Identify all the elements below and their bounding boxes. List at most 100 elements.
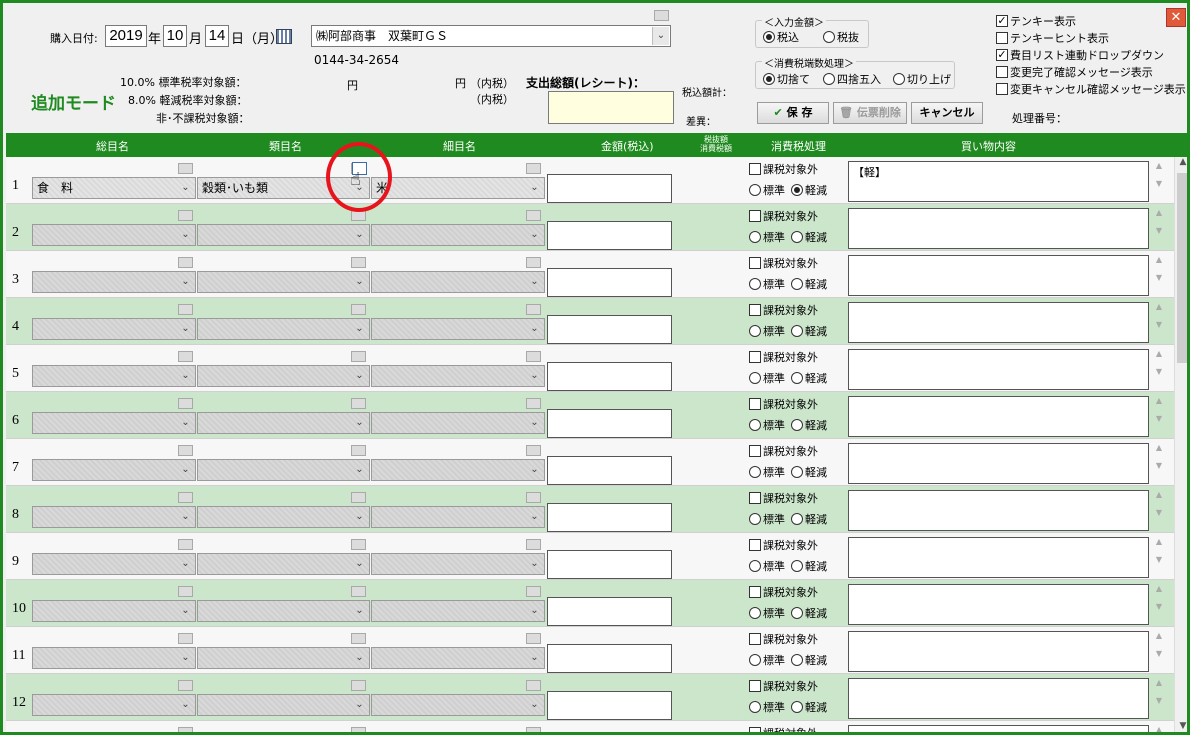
detail-select[interactable]: ⌄ [371,365,545,387]
option-round-down[interactable]: 切捨て [763,71,810,87]
chevron-down-icon[interactable]: ⌄ [351,649,368,667]
amount-input[interactable] [547,456,672,485]
radio-icon[interactable] [749,184,761,196]
detail-select[interactable]: ⌄ [371,694,545,716]
tax-exempt-checkbox[interactable]: 課税対象外 [749,490,818,506]
radio-icon[interactable] [791,372,803,384]
checkbox-icon[interactable] [749,586,761,598]
amount-input[interactable] [547,268,672,297]
option-tax-included[interactable]: 税込 [763,29,799,45]
category-popup-button[interactable] [351,257,366,268]
chevron-down-icon[interactable]: ⌄ [177,226,194,244]
tax-exempt-checkbox[interactable]: 課税対象外 [749,161,818,177]
radio-icon[interactable] [749,419,761,431]
checkbox-icon[interactable] [749,398,761,410]
tax-exempt-checkbox[interactable]: 課税対象外 [749,631,818,647]
detail-popup-button[interactable] [526,539,541,550]
detail-select[interactable]: ⌄ [371,600,545,622]
option-round-half[interactable]: 四捨五入 [823,71,881,87]
detail-popup-button[interactable] [526,727,541,732]
chevron-down-icon[interactable]: ⌄ [351,555,368,573]
amount-input[interactable] [547,221,672,250]
chevron-down-icon[interactable]: ⌄ [526,696,543,714]
tax-exempt-checkbox[interactable]: 課税対象外 [749,584,818,600]
option-reduced[interactable]: 軽減 [791,230,827,244]
day-input[interactable]: 14 [205,25,229,47]
radio-selected-icon[interactable] [763,73,775,85]
purchase-content-textarea[interactable] [848,443,1149,484]
radio-icon[interactable] [749,560,761,572]
purchase-content-textarea[interactable] [848,349,1149,390]
radio-icon[interactable] [749,325,761,337]
shop-select[interactable]: ㈱阿部商事 双葉町ＧＳ ⌄ [311,25,671,47]
chevron-down-icon[interactable]: ⌄ [526,414,543,432]
amount-input[interactable] [547,362,672,391]
cancel-button[interactable]: キャンセル [911,102,983,124]
shop-popup-button[interactable] [654,10,669,21]
general-select[interactable]: ⌄ [32,600,196,622]
purchase-content-textarea[interactable] [848,725,1149,732]
checkbox-checked-icon[interactable]: ✓ [996,15,1008,27]
general-popup-button[interactable] [178,445,193,456]
option-standard[interactable]: 標準 [749,512,785,526]
chevron-down-icon[interactable]: ⌄ [351,461,368,479]
checkbox-icon[interactable] [749,539,761,551]
radio-icon[interactable] [791,325,803,337]
tax-exempt-checkbox[interactable]: 課税対象外 [749,302,818,318]
tax-exempt-checkbox[interactable]: 課税対象外 [749,255,818,271]
checkbox-icon[interactable] [749,727,761,732]
general-popup-button[interactable] [178,257,193,268]
detail-popup-button[interactable] [526,492,541,503]
general-select[interactable]: 食 料 ⌄ [32,177,196,199]
option-standard[interactable]: 標準 [749,418,785,432]
detail-select[interactable]: ⌄ [371,553,545,575]
chevron-down-icon[interactable]: ⌄ [177,367,194,385]
amount-input[interactable] [547,691,672,720]
radio-icon[interactable] [791,701,803,713]
checkbox-icon[interactable] [749,680,761,692]
option-standard[interactable]: 標準 [749,230,785,244]
chevron-down-icon[interactable]: ⌄ [177,555,194,573]
purchase-content-textarea[interactable] [848,537,1149,578]
memo-scrollbar[interactable]: ▲▼ [1152,443,1166,484]
purchase-content-textarea[interactable] [848,255,1149,296]
radio-icon[interactable] [791,513,803,525]
radio-icon[interactable] [823,73,835,85]
scroll-down-icon[interactable]: ▼ [1175,721,1187,732]
general-select[interactable]: ⌄ [32,318,196,340]
option-linked-dropdown[interactable]: ✓ 費目リスト連動ドロップダウン [996,47,1164,63]
memo-scrollbar[interactable]: ▲▼ [1152,349,1166,390]
option-reduced[interactable]: 軽減 [791,371,827,385]
category-popup-button[interactable] [351,351,366,362]
general-select[interactable]: ⌄ [32,694,196,716]
year-input[interactable]: 2019 [105,25,147,47]
option-standard[interactable]: 標準 [749,277,785,291]
category-popup-button[interactable] [351,633,366,644]
general-popup-button[interactable] [178,163,193,174]
close-icon[interactable]: ✕ [1166,8,1186,27]
category-popup-button[interactable] [351,304,366,315]
calendar-icon[interactable] [276,29,292,44]
detail-popup-button[interactable] [526,680,541,691]
general-popup-button[interactable] [178,398,193,409]
chevron-down-icon[interactable]: ⌄ [177,414,194,432]
category-popup-button[interactable] [351,492,366,503]
category-select[interactable]: ⌄ [197,459,370,481]
checkbox-icon[interactable] [749,163,761,175]
grid-scrollbar[interactable]: ▲ ▼ [1174,157,1187,732]
month-input[interactable]: 10 [163,25,187,47]
category-popup-button[interactable] [351,445,366,456]
general-popup-button[interactable] [178,586,193,597]
chevron-down-icon[interactable]: ⌄ [351,508,368,526]
checkbox-icon[interactable] [996,32,1008,44]
checkbox-icon[interactable] [749,304,761,316]
detail-popup-button[interactable] [526,586,541,597]
checkbox-icon[interactable] [749,445,761,457]
checkbox-icon[interactable] [749,210,761,222]
option-reduced[interactable]: 軽減 [791,700,827,714]
chevron-down-icon[interactable]: ⌄ [177,602,194,620]
general-select[interactable]: ⌄ [32,412,196,434]
chevron-down-icon[interactable]: ⌄ [177,179,194,197]
detail-select[interactable]: ⌄ [371,412,545,434]
scroll-thumb[interactable] [1177,173,1187,363]
